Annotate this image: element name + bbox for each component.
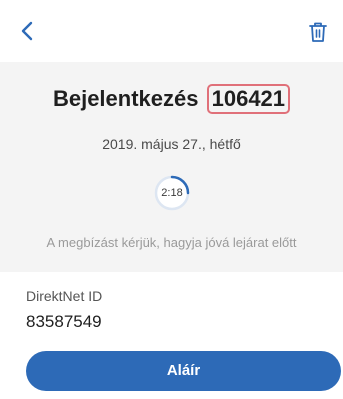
- account-id-label: DirektNet ID: [26, 288, 103, 304]
- title-label: Bejelentkezés: [52, 86, 199, 111]
- timer-text: 2:18: [161, 187, 183, 199]
- instruction-text: A megbízást kérjük, hagyja jóvá lejárat …: [46, 235, 297, 250]
- back-button[interactable]: [16, 19, 40, 43]
- authorization-screen: Bejelentkezés 106421 2019. május 27., hé…: [0, 0, 343, 399]
- transaction-code: 106421: [206, 84, 291, 114]
- date-label: 2019. május 27., hétfő: [102, 136, 241, 152]
- trash-icon: [309, 22, 327, 42]
- page-title: Bejelentkezés 106421: [0, 82, 343, 116]
- countdown-timer: 2:18: [154, 175, 190, 211]
- top-bar: [0, 0, 343, 62]
- account-card: DirektNet ID 83587549 Aláír: [0, 272, 343, 399]
- sign-button[interactable]: Aláír: [26, 351, 341, 391]
- account-id-value: 83587549: [26, 312, 102, 331]
- chevron-left-icon: [21, 21, 33, 41]
- delete-button[interactable]: [307, 20, 329, 44]
